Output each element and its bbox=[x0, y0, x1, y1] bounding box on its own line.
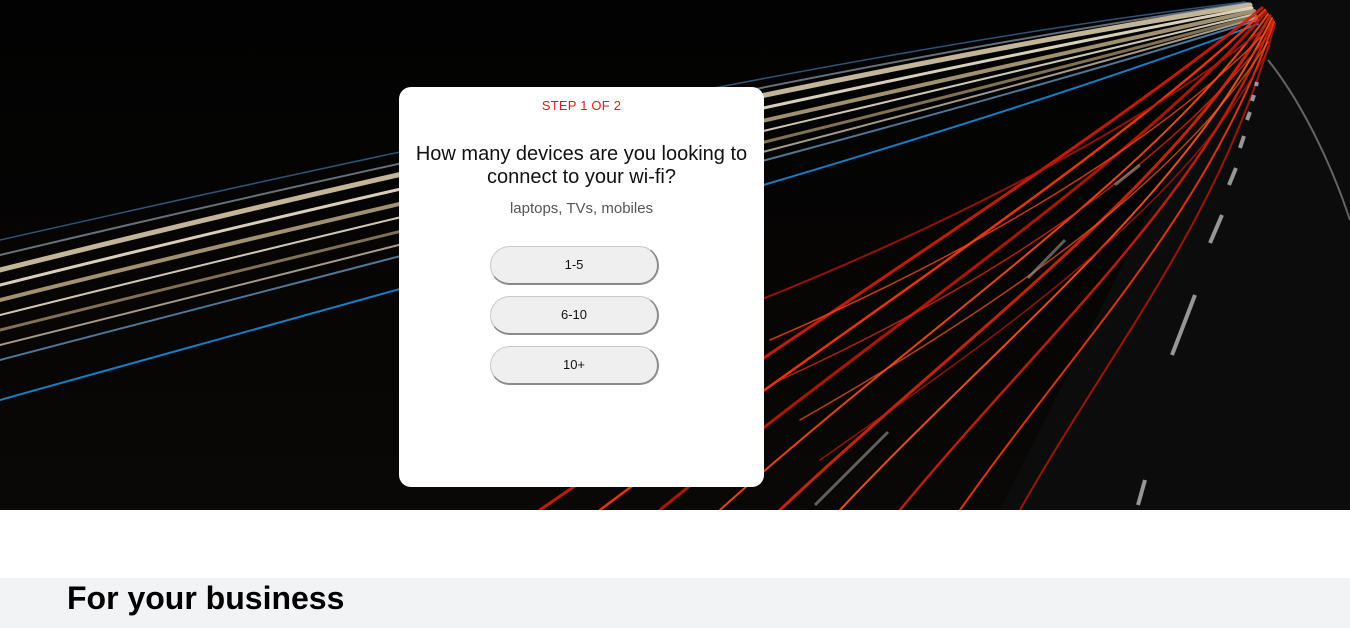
quiz-hint: laptops, TVs, mobiles bbox=[509, 200, 654, 217]
business-section: For your business bbox=[0, 578, 1350, 628]
quiz-question: How many devices are you looking to conn… bbox=[415, 143, 748, 188]
step-indicator: STEP 1 OF 2 bbox=[541, 98, 622, 113]
section-heading: For your business bbox=[67, 580, 345, 616]
option-button-10-plus[interactable]: 10+ bbox=[490, 346, 659, 385]
option-button-6-10[interactable]: 6-10 bbox=[490, 296, 659, 335]
quiz-card: STEP 1 OF 2 How many devices are you loo… bbox=[399, 87, 764, 487]
option-button-1-5[interactable]: 1-5 bbox=[490, 246, 659, 285]
